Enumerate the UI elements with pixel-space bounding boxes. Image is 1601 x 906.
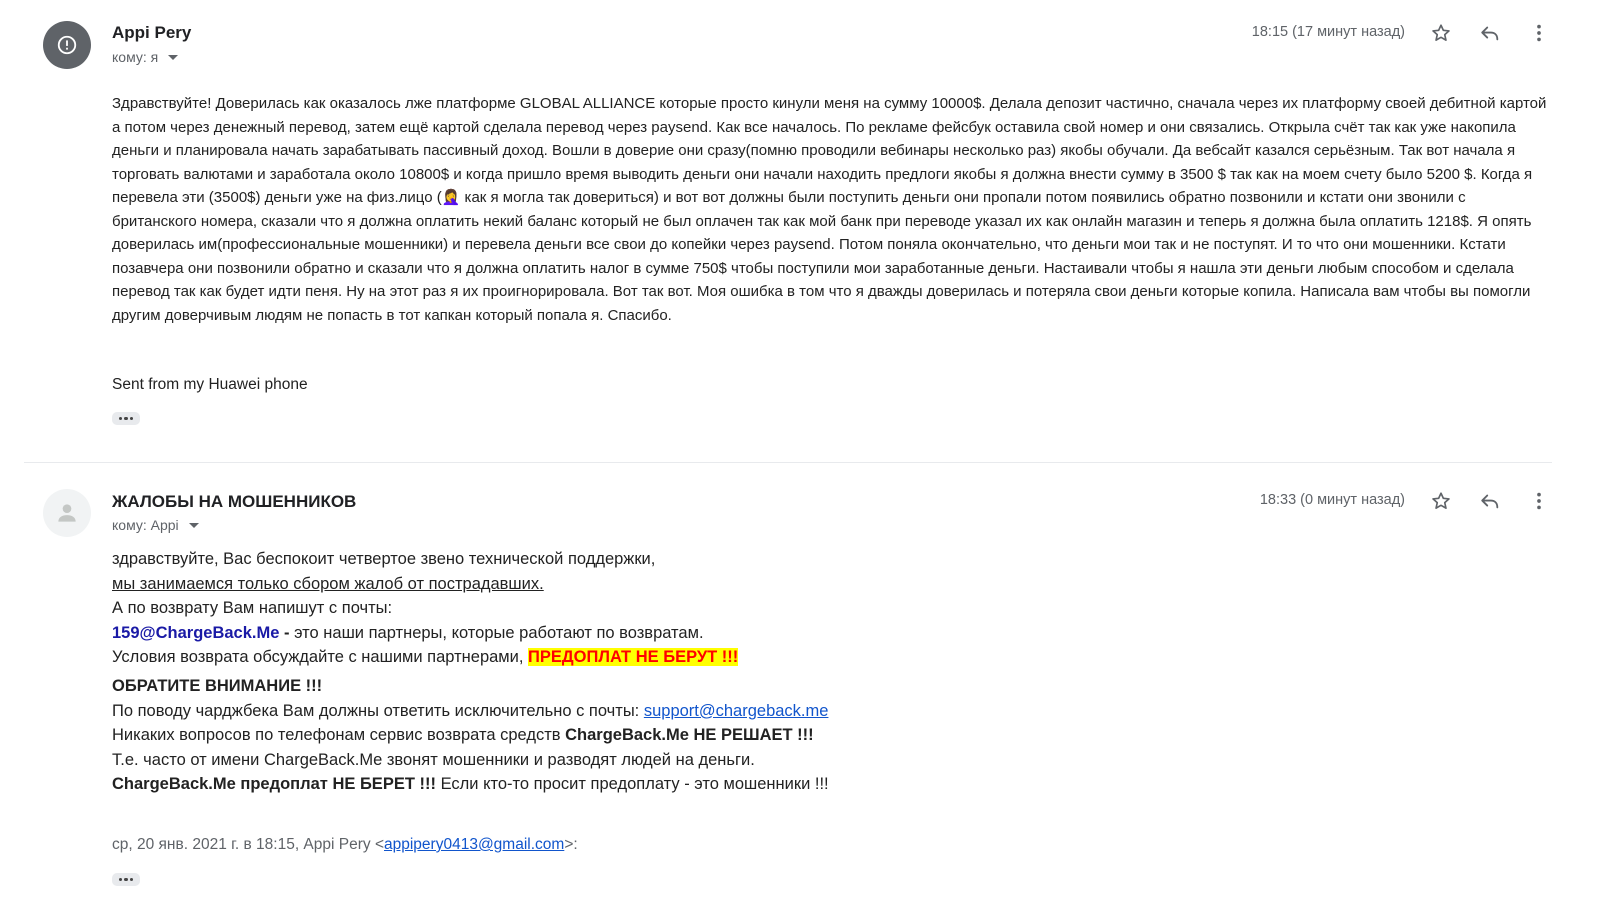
message-body: Здравствуйте! Доверилась как оказалось л… [112,95,1547,324]
ellipsis-dot [124,416,128,421]
recipients-label: кому: я [112,49,159,65]
chevron-down-icon[interactable] [168,54,179,60]
sender-name: Appi Pery [112,23,192,42]
recipients-line: кому: я [112,49,179,65]
reply-icon [1481,494,1499,509]
body-line: По поводу чарджбека Вам должны ответить … [112,699,1212,724]
recipients-label: кому: Appi [112,517,179,533]
quoted-header: ср, 20 янв. 2021 г. в 18:15, Appi Pery <… [112,836,578,854]
chevron-down-icon[interactable] [188,522,199,528]
bold-text: ChargeBack.Me предоплат НЕ БЕРЕТ !!! [112,775,436,794]
show-trimmed-content-button[interactable] [112,873,140,886]
star-icon [1432,24,1450,41]
quoted-email-link[interactable]: appipery0413@gmail.com [384,836,564,853]
ellipsis-dot [118,416,123,421]
show-trimmed-content-button[interactable] [112,412,140,425]
more-vert-icon [1537,492,1541,510]
body-text: это наши партнеры, которые работают по в… [294,623,704,642]
message-signature: Sent from my Huawei phone [112,376,308,393]
reply-button[interactable] [1477,488,1503,514]
email-message-1: Appi Pery кому: я 18:15 (17 минут назад)… [0,0,1601,460]
body-text: Никаких вопросов по телефонам сервис воз… [112,726,566,745]
highlight-warning: ПРЕДОПЛАТ НЕ БЕРУТ !!! [528,648,739,667]
sender-avatar [43,21,91,69]
body-line: 159@ChargeBack.Me - это наши партнеры, к… [112,621,1212,646]
body-line: ChargeBack.Me предоплат НЕ БЕРЕТ !!! Есл… [112,772,1212,797]
body-line: Условия возврата обсуждайте с нашими пар… [112,645,1212,670]
body-line: Т.е. часто от имени ChargeBack.Me звонят… [112,750,755,769]
message-body: здравствуйте, Вас беспокоит четвертое зв… [112,547,1212,797]
bold-text: ChargeBack.Me НЕ РЕШАЕТ !!! [565,726,814,745]
body-text: Если кто-то просит предоплату - это моше… [435,775,829,794]
more-vert-icon [1537,24,1541,42]
star-icon [1432,492,1450,509]
reply-icon [1481,26,1499,41]
person-icon [58,504,76,522]
dash: - [279,623,295,642]
star-button[interactable] [1428,20,1454,46]
alert-circle-icon [57,35,77,55]
sender-name: ЖАЛОБЫ НА МОШЕННИКОВ [112,492,357,511]
partner-email[interactable]: 159@ChargeBack.Me [112,624,279,642]
body-text: По поводу чарджбека Вам должны ответить … [112,701,644,720]
body-line: Никаких вопросов по телефонам сервис воз… [112,723,1212,748]
body-line: здравствуйте, Вас беспокоит четвертое зв… [112,550,656,568]
message-timestamp: 18:15 (17 минут назад) [1251,24,1405,40]
ellipsis-dot [118,877,123,882]
recipients-line: кому: Appi [112,517,199,533]
body-line: А по возврату Вам напишут с почты: [112,599,393,618]
support-email-link[interactable]: support@chargeback.me [644,702,829,720]
attention-heading: ОБРАТИТЕ ВНИМАНИЕ !!! [112,676,323,695]
more-options-button[interactable] [1526,488,1552,514]
ellipsis-dot [129,877,134,882]
body-line: мы занимаемся только сбором жалоб от пос… [112,574,544,593]
ellipsis-dot [129,416,134,421]
ellipsis-dot [124,877,128,882]
more-options-button[interactable] [1526,20,1552,46]
body-text: Условия возврата обсуждайте с нашими пар… [112,648,529,667]
reply-button[interactable] [1477,20,1503,46]
star-button[interactable] [1428,488,1454,514]
quote-prefix: ср, 20 янв. 2021 г. в 18:15, Appi Pery < [112,836,384,853]
message-timestamp: 18:33 (0 минут назад) [1259,492,1405,508]
sender-avatar [43,489,91,537]
quote-suffix: >: [564,836,578,853]
